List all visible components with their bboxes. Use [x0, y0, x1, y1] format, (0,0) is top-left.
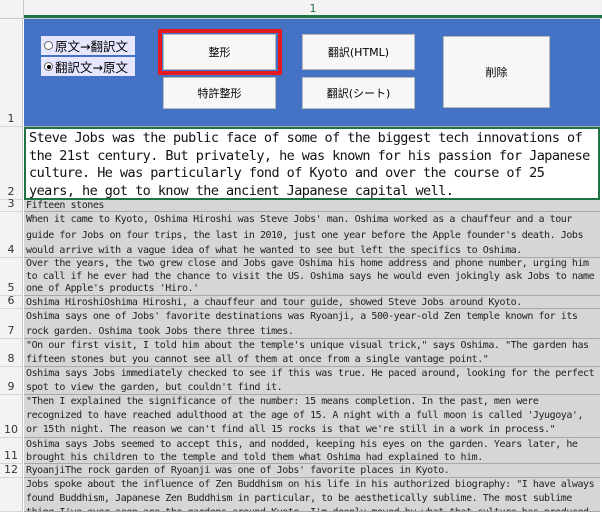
- row-header[interactable]: 3: [0, 197, 23, 212]
- text-cell[interactable]: Oshima says one of Jobs' favorite destin…: [24, 309, 600, 339]
- row-header[interactable]: 5: [0, 258, 23, 296]
- active-column-indicator: [24, 15, 602, 18]
- row-header[interactable]: 6: [0, 294, 23, 309]
- text-cell[interactable]: RyoanjiThe rock garden of Ryoanji was on…: [24, 464, 600, 478]
- row-header[interactable]: [0, 478, 23, 512]
- text-cell[interactable]: Oshima says Jobs seemed to accept this, …: [24, 438, 600, 464]
- row-header[interactable]: 1: [0, 19, 23, 127]
- text-cell[interactable]: "On our first visit, I told him about th…: [24, 339, 600, 367]
- radio-label: 翻訳文→原文: [55, 60, 128, 75]
- row-header[interactable]: 10: [0, 395, 23, 438]
- select-all-corner[interactable]: [0, 0, 24, 18]
- source-text-cell[interactable]: Steve Jobs was the public face of some o…: [24, 127, 600, 200]
- delete-button[interactable]: 削除: [443, 36, 550, 108]
- text-cell[interactable]: Over the years, the two grew close and J…: [24, 258, 600, 296]
- format-button[interactable]: 整形: [163, 34, 276, 70]
- patent-format-button[interactable]: 特許整形: [163, 77, 276, 109]
- row-header[interactable]: 11: [0, 438, 23, 464]
- row-header[interactable]: 2: [0, 127, 23, 200]
- text-cell[interactable]: "Then I explained the significance of th…: [24, 395, 600, 438]
- row-header[interactable]: 7: [0, 309, 23, 339]
- text-cell[interactable]: Jobs spoke about the influence of Zen Bu…: [24, 478, 600, 512]
- text-cell[interactable]: Oshima says Jobs immediately checked to …: [24, 367, 600, 395]
- column-header-bar: 1: [0, 0, 602, 19]
- translate-html-button[interactable]: 翻訳(HTML): [302, 34, 415, 70]
- radio-translation-to-source[interactable]: 翻訳文→原文: [41, 57, 135, 76]
- text-cell[interactable]: When it came to Kyoto, Oshima Hiroshi wa…: [24, 212, 600, 258]
- control-panel: 原文→翻訳文 翻訳文→原文 整形 特許整形 翻訳(HTML) 翻訳(シート) 削…: [24, 19, 600, 127]
- row-header[interactable]: 8: [0, 339, 23, 367]
- text-cell[interactable]: Fifteen stones: [24, 200, 600, 212]
- text-cell[interactable]: Oshima HiroshiOshima Hiroshi, a chauffeu…: [24, 296, 600, 309]
- radio-selected-icon: [44, 62, 53, 71]
- direction-radio-group: 原文→翻訳文 翻訳文→原文: [41, 36, 135, 78]
- radio-unselected-icon: [44, 41, 53, 50]
- radio-label: 原文→翻訳文: [55, 39, 128, 54]
- row-header[interactable]: 12: [0, 463, 23, 478]
- translate-sheet-button[interactable]: 翻訳(シート): [302, 77, 415, 109]
- radio-source-to-translation[interactable]: 原文→翻訳文: [41, 36, 135, 55]
- row-header[interactable]: 4: [0, 212, 23, 258]
- row-header[interactable]: 9: [0, 367, 23, 395]
